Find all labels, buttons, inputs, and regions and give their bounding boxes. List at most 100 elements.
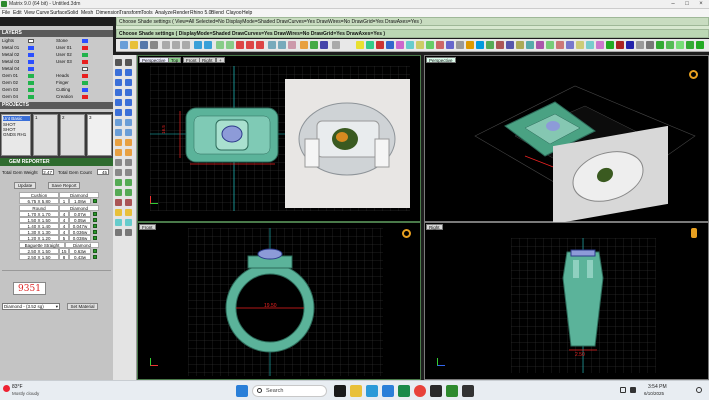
hide-tool-icon[interactable] bbox=[125, 209, 132, 216]
update-button[interactable]: Update bbox=[14, 182, 36, 189]
layer-row[interactable]: Gem 02 bbox=[2, 80, 34, 86]
help-icon[interactable] bbox=[332, 41, 340, 49]
section-tool-icon[interactable] bbox=[526, 41, 534, 49]
properties-icon[interactable] bbox=[310, 41, 318, 49]
projects-list[interactable]: Unt Basic SHOT SHOT GNDS RH1 bbox=[1, 114, 31, 156]
menu-mesh[interactable]: Mesh bbox=[81, 10, 93, 16]
layer-row[interactable]: Lights bbox=[2, 38, 34, 44]
add-tab-button[interactable]: + bbox=[216, 57, 225, 63]
undo-icon[interactable] bbox=[194, 41, 202, 49]
material-icon[interactable] bbox=[288, 41, 296, 49]
layer-row[interactable]: Gem 04 bbox=[2, 94, 34, 100]
explode-tool-icon[interactable] bbox=[125, 189, 132, 196]
copy-icon[interactable] bbox=[172, 41, 180, 49]
layer-color-swatch[interactable] bbox=[82, 81, 88, 85]
menu-rhino[interactable]: Rhino 5.0 bbox=[190, 10, 211, 16]
layer-color-swatch[interactable] bbox=[82, 39, 88, 43]
layer-color-swatch[interactable] bbox=[28, 81, 34, 85]
cutter-tool-icon[interactable] bbox=[446, 41, 454, 49]
start-icon[interactable] bbox=[236, 385, 248, 397]
maximize-button[interactable]: □ bbox=[680, 0, 694, 8]
viewport-right[interactable]: Right 2.50 bbox=[424, 222, 709, 380]
set-material-button[interactable]: Set Material bbox=[67, 303, 98, 310]
ortho-tool-icon[interactable] bbox=[656, 41, 664, 49]
command-prompt[interactable]: Choose Shade settings ( DisplayMode=Shad… bbox=[116, 29, 709, 38]
history-tool-icon[interactable] bbox=[496, 41, 504, 49]
solid-tool-icon[interactable] bbox=[115, 129, 122, 136]
mail-icon[interactable] bbox=[382, 385, 394, 397]
project-item[interactable]: GNDS RH1 bbox=[3, 132, 26, 137]
app-icon-2[interactable] bbox=[462, 385, 474, 397]
layer-color-swatch[interactable] bbox=[82, 60, 88, 64]
osnap-tool-icon[interactable] bbox=[676, 41, 684, 49]
save-report-button[interactable]: Save Report bbox=[48, 182, 80, 189]
layer-color-swatch[interactable] bbox=[28, 60, 34, 64]
menu-render[interactable]: Render bbox=[173, 10, 189, 16]
project-slot[interactable]: 2 bbox=[60, 114, 85, 156]
layer-row[interactable]: Metal 01 bbox=[2, 45, 34, 51]
file-explorer-icon[interactable] bbox=[350, 385, 362, 397]
builder-tool-icon[interactable] bbox=[486, 41, 494, 49]
bezel-tool-icon[interactable] bbox=[406, 41, 414, 49]
viewport-front[interactable]: Front 19.50 bbox=[137, 222, 421, 380]
texture-tool-icon[interactable] bbox=[466, 41, 474, 49]
gem-checkbox[interactable] bbox=[93, 230, 97, 234]
join-tool-icon[interactable] bbox=[115, 189, 122, 196]
ellipse-tool-icon[interactable] bbox=[125, 89, 132, 96]
open-file-icon[interactable] bbox=[130, 41, 138, 49]
pan-icon[interactable] bbox=[216, 41, 224, 49]
notification-icon[interactable] bbox=[696, 387, 702, 393]
menu-transform[interactable]: Transform bbox=[119, 10, 142, 16]
viewport-top[interactable]: Perspective Top Front Right + bbox=[137, 55, 421, 222]
array-tool-icon[interactable] bbox=[546, 41, 554, 49]
pave-tool-icon[interactable] bbox=[386, 41, 394, 49]
sphere-tool-icon[interactable] bbox=[125, 129, 132, 136]
layer-color-swatch[interactable] bbox=[28, 95, 34, 99]
split-tool-icon[interactable] bbox=[125, 179, 132, 186]
polyline-tool-icon[interactable] bbox=[125, 69, 132, 76]
sweep-tool-icon[interactable] bbox=[606, 41, 614, 49]
weather-icon[interactable] bbox=[3, 385, 10, 392]
cut-icon[interactable] bbox=[162, 41, 170, 49]
layer-row[interactable]: Metal 04 bbox=[2, 66, 34, 72]
layer-row[interactable]: User 01 bbox=[56, 45, 88, 51]
menu-curve[interactable]: Curve bbox=[36, 10, 49, 16]
ungroup-tool-icon[interactable] bbox=[125, 199, 132, 206]
gem-tool-icon[interactable] bbox=[356, 41, 364, 49]
menu-dimension[interactable]: Dimension bbox=[96, 10, 120, 16]
menu-clayoo[interactable]: Clayoo bbox=[226, 10, 242, 16]
copy-tool-icon[interactable] bbox=[125, 149, 132, 156]
extrude-surface-icon[interactable] bbox=[125, 119, 132, 126]
weather-temp[interactable]: 83°F bbox=[12, 384, 23, 390]
layer-color-swatch[interactable] bbox=[82, 67, 88, 71]
point-tool-icon[interactable] bbox=[125, 59, 132, 66]
clock-date[interactable]: 6/10/2025 bbox=[644, 391, 664, 396]
mesh-tool-icon[interactable] bbox=[115, 139, 122, 146]
group-tool-icon[interactable] bbox=[115, 199, 122, 206]
scale-tool-icon[interactable] bbox=[125, 159, 132, 166]
layer-color-swatch[interactable] bbox=[28, 46, 34, 50]
chrome-icon[interactable] bbox=[414, 385, 426, 397]
edge-icon[interactable] bbox=[398, 385, 410, 397]
layer-row[interactable]: Cutting bbox=[56, 87, 88, 93]
layer-color-swatch[interactable] bbox=[82, 88, 88, 92]
layer-row[interactable]: Gem 01 bbox=[2, 73, 34, 79]
trim-tool-icon[interactable] bbox=[115, 179, 122, 186]
layer-color-swatch[interactable] bbox=[82, 53, 88, 57]
offset-tool-icon[interactable] bbox=[586, 41, 594, 49]
curve-tool-icon[interactable] bbox=[115, 79, 122, 86]
polygon-tool-icon[interactable] bbox=[125, 99, 132, 106]
weather-desc[interactable]: Mostly cloudy bbox=[12, 391, 39, 396]
freeform-tool-icon[interactable] bbox=[115, 109, 122, 116]
menu-tools[interactable]: Tools bbox=[141, 10, 153, 16]
viewport-label[interactable]: Perspective bbox=[426, 57, 456, 63]
photos-icon[interactable] bbox=[430, 385, 442, 397]
weight-tool-icon[interactable] bbox=[506, 41, 514, 49]
menu-analyze[interactable]: Analyze bbox=[155, 10, 173, 16]
menu-surface[interactable]: Surface bbox=[50, 10, 67, 16]
lock-tool-icon[interactable] bbox=[115, 219, 122, 226]
shank-tool-icon[interactable] bbox=[436, 41, 444, 49]
render-icon[interactable] bbox=[278, 41, 286, 49]
layer-row[interactable]: Gem 03 bbox=[2, 87, 34, 93]
shade-icon[interactable] bbox=[268, 41, 276, 49]
